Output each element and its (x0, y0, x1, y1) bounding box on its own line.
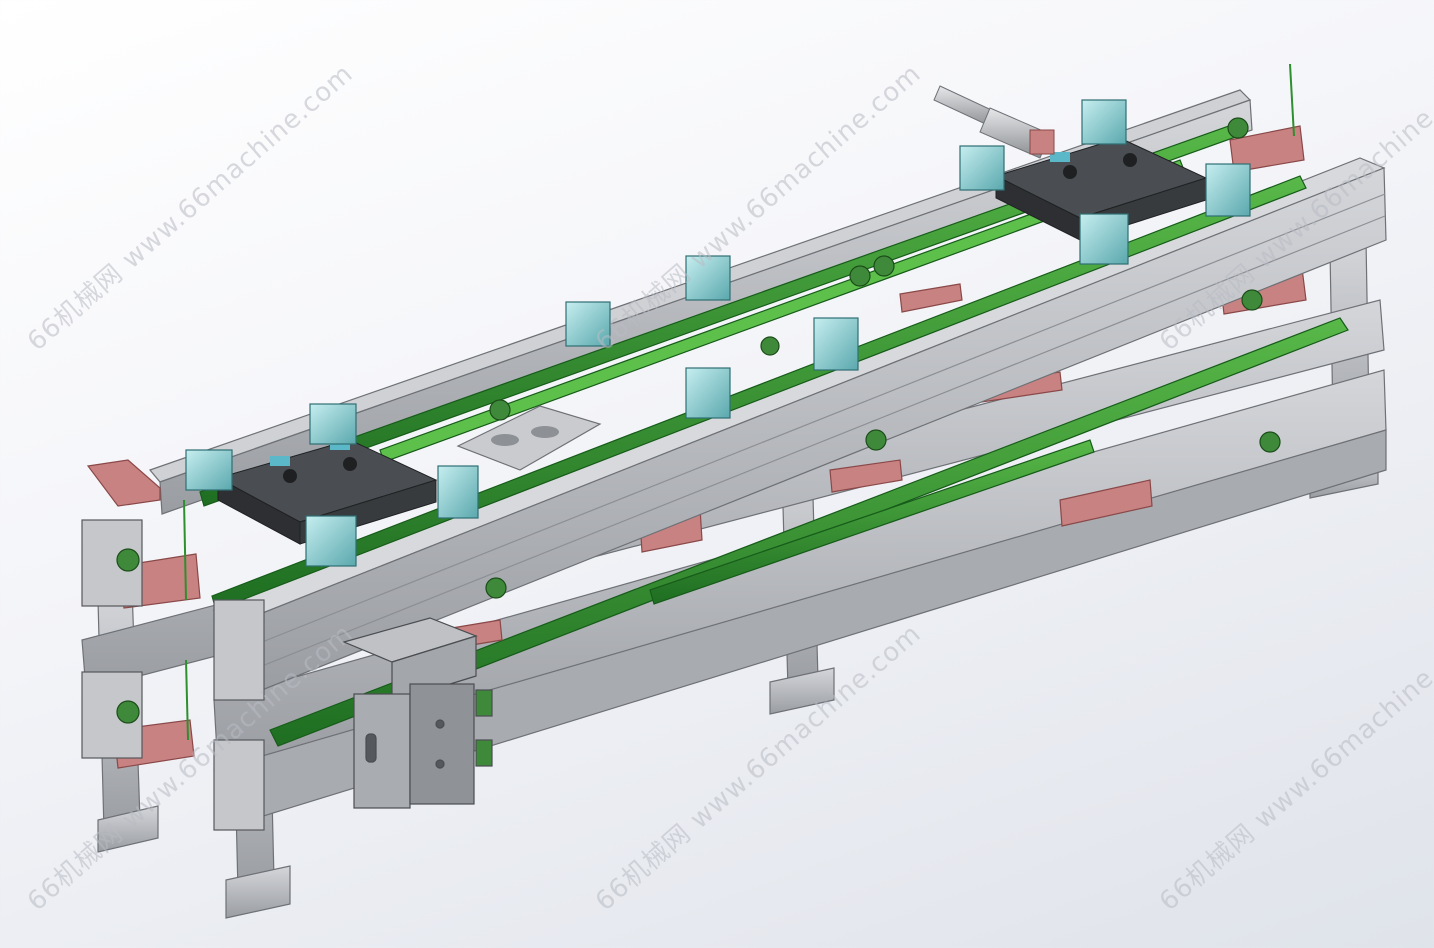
slide-body-right (409, 683, 475, 805)
pallet-hole (283, 469, 297, 483)
roller (1259, 431, 1281, 453)
bracket (899, 283, 963, 313)
roller (489, 399, 511, 421)
guide-block (1079, 213, 1129, 265)
lower-rails (81, 299, 1387, 831)
slide-fitting (475, 739, 493, 767)
roller (865, 429, 887, 451)
guide-block (305, 515, 357, 567)
guide-block (1205, 163, 1251, 217)
plate-slot (491, 434, 519, 446)
pallet-hole (1063, 165, 1077, 179)
slide-body (353, 693, 411, 809)
plate-slot (531, 426, 559, 438)
slide-port (365, 733, 377, 763)
roller (116, 548, 140, 572)
slide-cylinder-front (342, 617, 493, 809)
roller (485, 577, 507, 599)
leg (225, 865, 291, 919)
slide-bolt (435, 719, 445, 729)
slide-fitting (475, 689, 493, 717)
guide-block (813, 317, 859, 371)
slide-bolt (435, 759, 445, 769)
guide-block (959, 145, 1005, 191)
roller (1227, 117, 1249, 139)
pallet-hole (1123, 153, 1137, 167)
roller (873, 255, 895, 277)
sensor-rod (1289, 63, 1295, 137)
cylinder-collar (1029, 129, 1055, 155)
guide-block (185, 449, 233, 491)
roller (849, 265, 871, 287)
guide-block (437, 465, 479, 519)
pallet-hole (343, 457, 357, 471)
guide-block (1081, 99, 1127, 145)
roller (116, 700, 140, 724)
roller (760, 336, 780, 356)
guide-block (309, 403, 357, 445)
guide-block (685, 367, 731, 419)
pallet-clamp (270, 456, 290, 466)
bracket (86, 459, 161, 507)
